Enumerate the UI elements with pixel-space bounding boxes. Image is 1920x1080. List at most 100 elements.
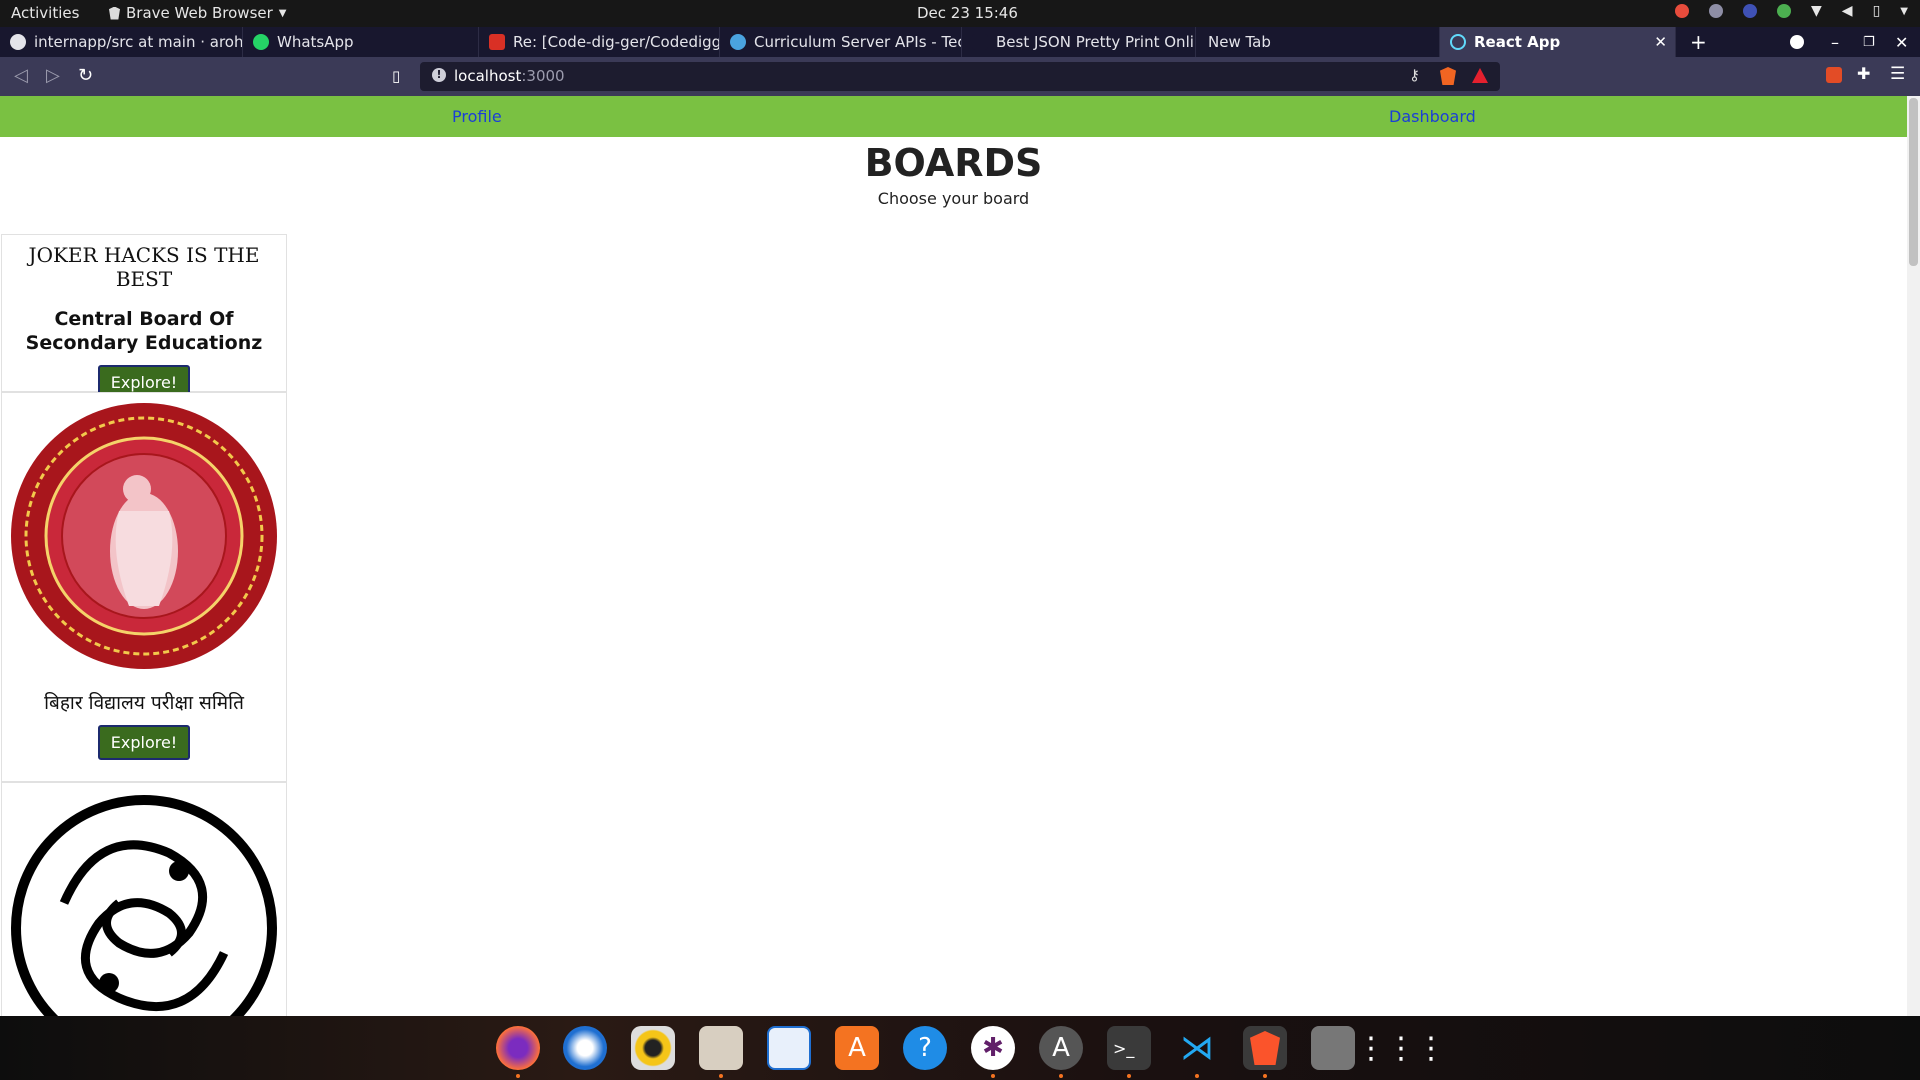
tab-title: Best JSON Pretty Print Online <box>996 33 1196 51</box>
key-icon[interactable]: ⚷ <box>1409 66 1420 84</box>
running-indicator <box>719 1074 723 1078</box>
page-viewport: Profile Dashboard BOARDS Choose your boa… <box>0 96 1907 1016</box>
system-tray[interactable]: ▼ ◀ ▯ ▼ <box>1675 3 1908 19</box>
url-text: localhost:3000 <box>454 67 565 85</box>
volume-icon[interactable]: ◀ <box>1842 3 1853 19</box>
site-navbar: Profile Dashboard <box>0 96 1907 137</box>
tray-app-icon[interactable] <box>1675 4 1690 18</box>
url-port: :3000 <box>521 67 565 85</box>
tab-new-tab[interactable]: New Tab <box>1196 27 1440 57</box>
swan-emblem-logo <box>11 795 277 1016</box>
slack-tray-icon[interactable] <box>1709 4 1724 18</box>
tray-app-icon-2[interactable] <box>1743 4 1758 18</box>
updater-icon[interactable]: A <box>1039 1026 1083 1070</box>
clock[interactable]: Dec 23 15:46 <box>917 4 1018 22</box>
board-card: बिहार विद्यालय परीक्षा समिति Explore! <box>1 392 287 782</box>
forward-icon[interactable]: ▷ <box>46 65 60 86</box>
wifi-icon[interactable]: ▼ <box>1811 3 1822 19</box>
minimize-button[interactable]: – <box>1831 27 1839 57</box>
system-top-bar: Activities Brave Web Browser ▼ Dec 23 15… <box>0 0 1920 27</box>
tab-title: WhatsApp <box>277 33 354 51</box>
dashboard-link[interactable]: Dashboard <box>1389 107 1476 126</box>
board-name: बिहार विद्यालय परीक्षा समिति <box>44 692 244 714</box>
software-center-icon[interactable]: A <box>835 1026 879 1070</box>
react-icon <box>1450 34 1466 50</box>
back-icon[interactable]: ◁ <box>14 65 28 86</box>
page-scrollbar[interactable] <box>1907 96 1920 1016</box>
explore-button[interactable]: Explore! <box>97 725 191 760</box>
slack-icon[interactable]: ✱ <box>971 1026 1015 1070</box>
menu-icon[interactable]: ☰ <box>1890 64 1905 84</box>
site-info-icon[interactable]: ! <box>432 68 446 82</box>
running-indicator <box>1059 1074 1063 1078</box>
tab-search-circle <box>1790 35 1804 49</box>
tab-json-pretty[interactable]: Best JSON Pretty Print Online <box>962 27 1196 57</box>
extension-icon[interactable] <box>1826 67 1842 83</box>
disk-icon[interactable] <box>1311 1026 1355 1070</box>
running-indicator <box>1195 1074 1199 1078</box>
tab-title: Curriculum Server APIs - Techn <box>754 33 962 51</box>
brave-lion-shape <box>1250 1031 1280 1065</box>
gmail-icon <box>489 34 505 50</box>
board-name: Central Board Of Secondary Educationz <box>25 308 263 354</box>
browser-toolbar: ◁ ▷ ↻ ▯ ! localhost:3000 ⚷ ✚ ☰ <box>0 57 1920 96</box>
address-bar[interactable]: ! localhost:3000 ⚷ <box>420 62 1500 91</box>
tab-whatsapp[interactable]: WhatsApp <box>243 27 479 57</box>
show-applications-icon[interactable]: ⋮⋮⋮ <box>1356 1026 1446 1070</box>
json-icon <box>972 34 988 50</box>
board-card <box>1 782 287 1016</box>
files-icon[interactable] <box>699 1026 743 1070</box>
power-menu-icon[interactable]: ▼ <box>1900 6 1908 17</box>
url-host: localhost <box>454 67 522 85</box>
new-tab-button[interactable]: + <box>1690 27 1707 57</box>
confluence-icon <box>730 34 746 50</box>
shield-tray-icon[interactable] <box>1777 4 1792 18</box>
brave-shield-icon <box>109 6 120 20</box>
tab-search-icon[interactable] <box>1790 27 1804 57</box>
brave-shields-icon[interactable] <box>1440 67 1456 85</box>
thunderbird-icon[interactable] <box>563 1026 607 1070</box>
chevron-down-icon: ▼ <box>278 7 287 19</box>
tab-github[interactable]: internapp/src at main · arohia <box>0 27 243 57</box>
scrollbar-thumb[interactable] <box>1909 98 1918 266</box>
reload-icon[interactable]: ↻ <box>78 65 93 86</box>
bihar-board-seal-logo <box>11 403 277 669</box>
running-indicator <box>1263 1074 1267 1078</box>
page-title: BOARDS <box>864 141 1043 185</box>
tab-title: New Tab <box>1208 33 1271 51</box>
writer-icon[interactable] <box>767 1026 811 1070</box>
activities-button[interactable]: Activities <box>11 4 79 22</box>
app-menu-label: Brave Web Browser <box>126 4 273 22</box>
rhythmbox-icon[interactable] <box>631 1026 675 1070</box>
tab-title: internapp/src at main · arohia <box>34 33 243 51</box>
profile-link[interactable]: Profile <box>452 107 502 126</box>
help-icon[interactable]: ? <box>903 1026 947 1070</box>
tab-gmail[interactable]: Re: [Code-dig-ger/Codedigger <box>479 27 720 57</box>
bookmark-icon[interactable]: ▯ <box>392 67 400 85</box>
whatsapp-icon <box>253 34 269 50</box>
running-indicator <box>516 1074 520 1078</box>
running-indicator <box>991 1074 995 1078</box>
app-menu[interactable]: Brave Web Browser ▼ <box>109 4 286 22</box>
tab-title: React App <box>1474 33 1561 51</box>
running-indicator <box>1127 1074 1131 1078</box>
board-card: JOKER HACKS IS THE BEST Central Board Of… <box>1 234 287 400</box>
tab-react-app[interactable]: React App ✕ <box>1440 27 1676 57</box>
tab-strip: internapp/src at main · arohia WhatsApp … <box>0 27 1920 57</box>
brave-rewards-icon[interactable] <box>1472 68 1488 83</box>
brave-browser-icon[interactable] <box>1243 1026 1287 1070</box>
tab-title: Re: [Code-dig-ger/Codedigger <box>513 33 720 51</box>
github-icon <box>10 34 26 50</box>
vscode-icon[interactable]: ⋊ <box>1175 1026 1219 1070</box>
dock: A ? ✱ A >_ ⋊ ⋮⋮⋮ <box>0 1016 1920 1080</box>
puzzle-icon[interactable]: ✚ <box>1857 64 1870 83</box>
battery-icon[interactable]: ▯ <box>1873 3 1881 19</box>
board-logo-text: JOKER HACKS IS THE BEST <box>28 243 260 291</box>
page-subtitle: Choose your board <box>877 189 1030 208</box>
maximize-button[interactable]: ❐ <box>1863 27 1875 57</box>
firefox-icon[interactable] <box>496 1026 540 1070</box>
tab-curriculum[interactable]: Curriculum Server APIs - Techn <box>720 27 962 57</box>
close-window-button[interactable]: ✕ <box>1895 27 1908 57</box>
close-tab-icon[interactable]: ✕ <box>1654 33 1667 51</box>
terminal-icon[interactable]: >_ <box>1107 1026 1151 1070</box>
